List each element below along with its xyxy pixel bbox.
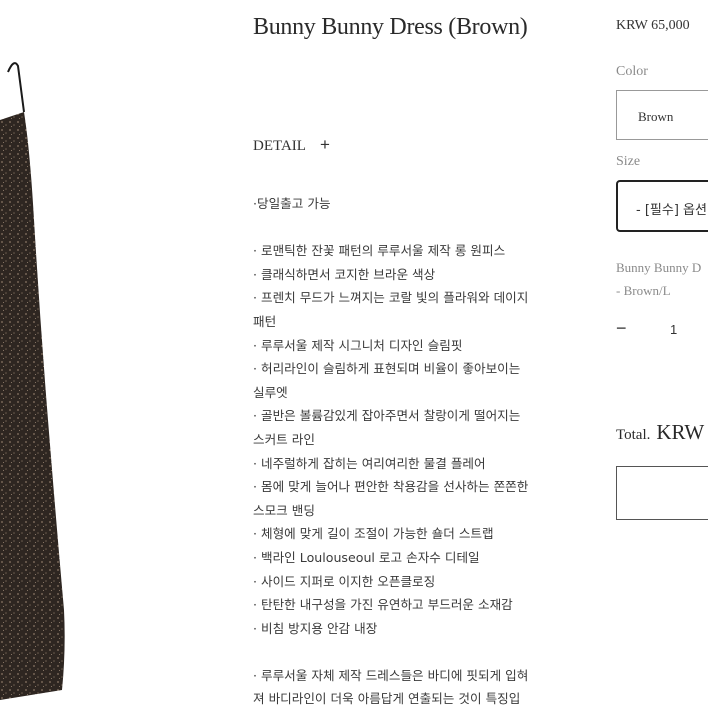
description-line: · 탄탄한 내구성을 가진 유연하고 부드러운 소재감: [253, 597, 513, 613]
description-line: · 허리라인이 슬림하게 표현되며 비율이 좋아보이는: [253, 361, 521, 377]
dress-image: [0, 62, 65, 700]
selected-option: Bunny Bunny D - Brown/L: [616, 256, 701, 302]
description-line: 스모크 밴딩: [253, 502, 315, 518]
description-line: · 사이드 지퍼로 이지한 오픈클로징: [253, 573, 436, 589]
description-gap: [253, 640, 571, 664]
description-line: 패턴: [253, 313, 277, 329]
product-title: Bunny Bunny Dress (Brown): [253, 14, 528, 40]
selected-option-variant: - Brown/L: [616, 283, 671, 298]
description-line: · 네주럴하게 잡히는 여리여리한 물결 플레어: [253, 455, 486, 471]
size-select-value: - [필수] 옵션: [636, 203, 707, 218]
product-photo: [0, 0, 110, 708]
selected-option-name: Bunny Bunny D: [616, 260, 702, 275]
detail-label: DETAIL: [253, 138, 306, 154]
detail-toggle[interactable]: DETAIL +: [253, 135, 330, 155]
total-price: Total. KRW: [616, 420, 704, 445]
description-line: 스커트 라인: [253, 431, 315, 447]
product-price: KRW 65,000: [616, 18, 690, 33]
description-line: 져 바디라인이 더욱 아름답게 연출되는 것이 특징입: [253, 691, 521, 707]
description-line: · 골반은 볼륨감있게 잡아주면서 찰랑이게 떨어지는: [253, 408, 521, 424]
description-line: · 클래식하면서 코지한 브라운 색상: [253, 266, 436, 282]
description-line: · 체형에 맞게 길이 조절이 가능한 숄더 스트랩: [253, 526, 494, 542]
description-line: · 백라인 Loulouseoul 로고 손자수 디테일: [253, 549, 480, 565]
size-label: Size: [616, 154, 641, 169]
size-select[interactable]: - [필수] 옵션: [616, 180, 708, 232]
color-select[interactable]: Brown: [616, 90, 708, 140]
description-line: · 루루서울 자체 제작 드레스들은 바디에 핏되게 입혀: [253, 667, 529, 683]
buy-button[interactable]: [616, 466, 708, 520]
total-label: Total.: [616, 427, 651, 443]
description-line: · 로맨틱한 잔꽃 패턴의 루루서울 제작 롱 원피스: [253, 243, 506, 259]
plus-icon: +: [319, 135, 330, 154]
description-line: · 프렌치 무드가 느껴지는 코랄 빛의 플라워와 데이지: [253, 290, 529, 306]
description-line: 실루엣: [253, 384, 288, 400]
description-line: ·당일출고 가능: [253, 196, 331, 211]
color-select-value: Brown: [638, 109, 674, 124]
quantity-value[interactable]: 1: [670, 322, 677, 337]
total-currency: KRW: [656, 420, 705, 444]
description-line: · 몸에 맞게 늘어나 편안한 착용감을 선사하는 쫀쫀한: [253, 479, 529, 495]
description-gap: [253, 216, 571, 240]
product-description: ·당일출고 가능 · 로맨틱한 잔꽃 패턴의 루루서울 제작 롱 원피스 · 클래식…: [253, 192, 571, 711]
quantity-stepper: − 1: [616, 318, 708, 342]
quantity-decrease-button[interactable]: −: [616, 318, 627, 339]
purchase-panel: KRW 65,000 Color Brown Size - [필수] 옵션 Bu…: [616, 0, 708, 708]
description-line: · 비침 방지용 안감 내장: [253, 620, 378, 636]
description-line: · 루루서울 제작 시그니처 디자인 슬림핏: [253, 337, 463, 353]
color-label: Color: [616, 64, 648, 79]
